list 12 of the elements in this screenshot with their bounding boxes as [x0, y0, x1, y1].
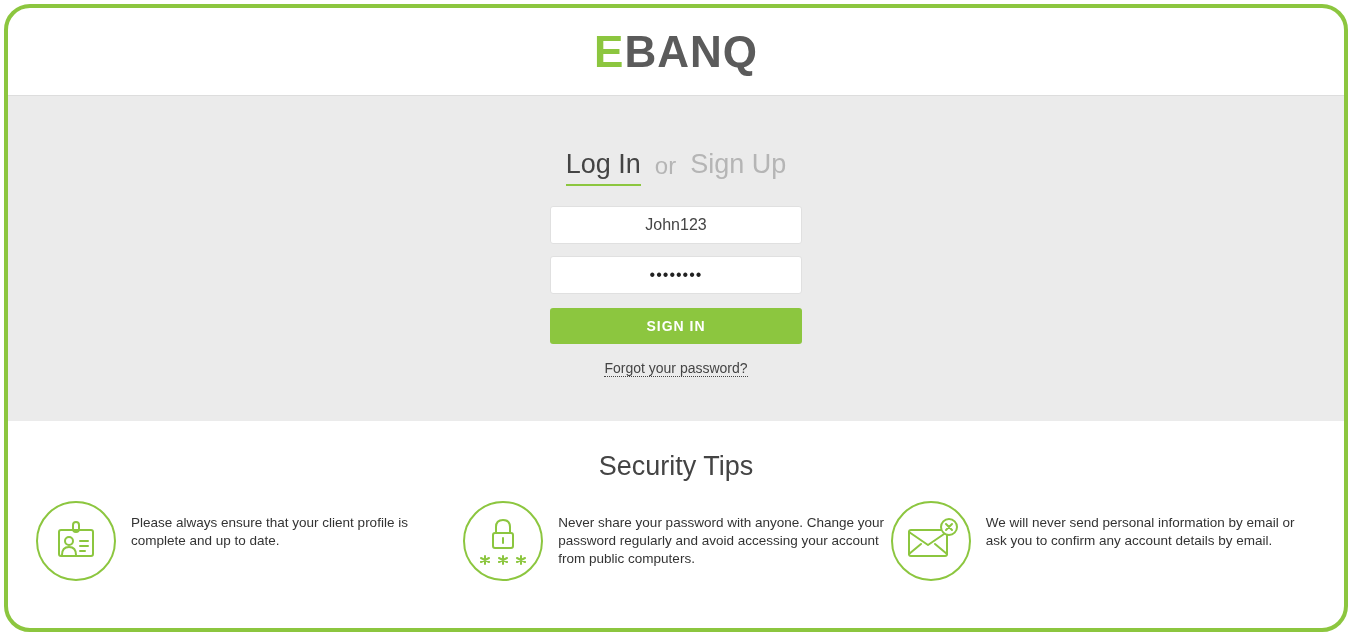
lock-icon	[462, 500, 545, 582]
tip-text: Please always ensure that your client profile is complete and up to date.	[131, 514, 409, 550]
tip-text: Never share your password with anyone. Change your password regularly and avoid accessing your account from public computers.	[558, 514, 885, 568]
envelope-x-icon	[889, 500, 972, 582]
forgot-password-link[interactable]: Forgot your password?	[604, 360, 748, 377]
logo: EBANQ	[594, 29, 758, 74]
password-field[interactable]: ••••••••	[550, 256, 802, 294]
section-title: Security Tips	[598, 453, 754, 480]
auth-tab[interactable]: Log In	[565, 151, 641, 186]
username-field[interactable]: John123	[550, 206, 802, 244]
id-card-icon	[35, 500, 117, 582]
tip-text: We will never send personal information by email or ask you to confirm any account details by email.	[985, 514, 1296, 550]
